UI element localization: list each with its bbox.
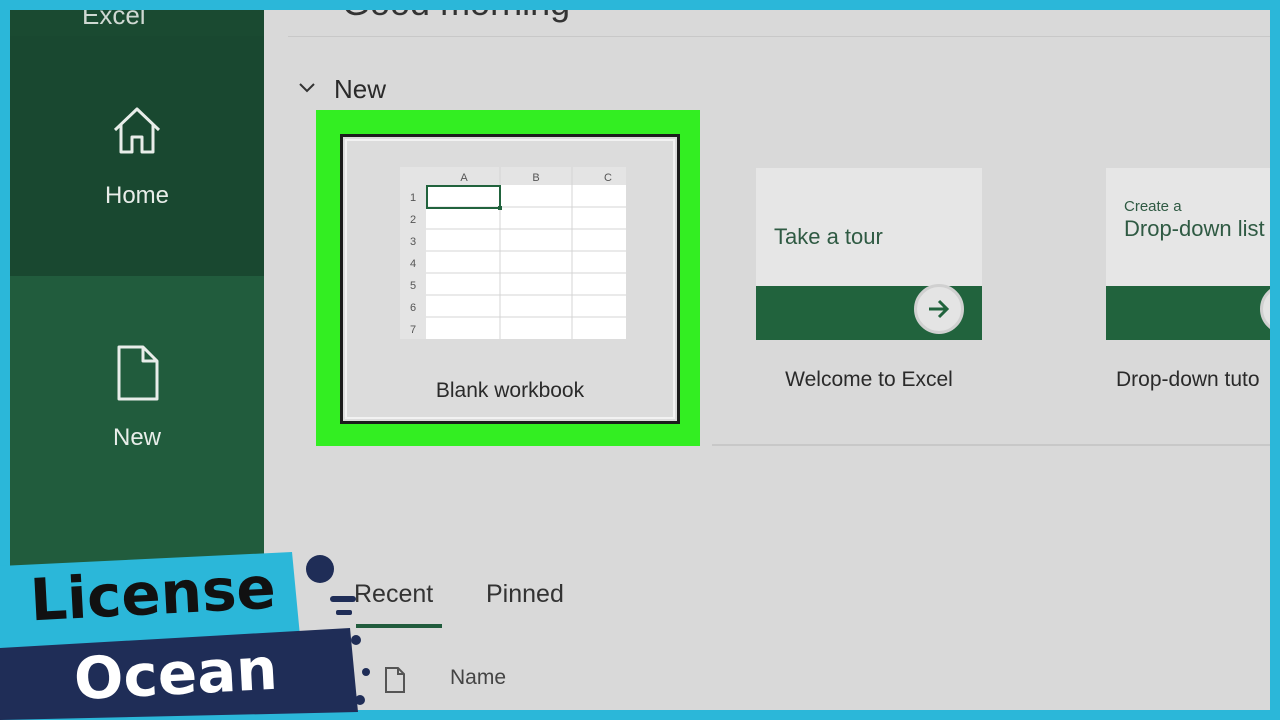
column-header: A (460, 172, 468, 184)
column-header-name[interactable]: Name (450, 666, 506, 690)
tab-pinned[interactable]: Pinned (486, 580, 564, 609)
card-small-text: Create a (1124, 198, 1182, 215)
file-icon (384, 666, 406, 699)
sidebar: Excel Home New (10, 10, 264, 710)
active-tab-indicator (356, 624, 442, 628)
row-header: 7 (410, 324, 416, 336)
column-header: C (604, 172, 612, 184)
template-title: Welcome to Excel (785, 368, 953, 391)
row-header: 4 (410, 258, 416, 270)
new-section-header[interactable]: New (298, 74, 386, 105)
arrow-right-icon (914, 284, 964, 334)
row-header: 5 (410, 280, 416, 292)
template-title: Drop-down tuto (1116, 368, 1260, 391)
new-document-icon (113, 344, 161, 407)
section-title: New (334, 74, 387, 104)
chevron-down-icon (298, 81, 316, 99)
excel-start-screen: Excel Home New Good morning (10, 10, 1270, 710)
card-text: Drop-down list (1124, 216, 1265, 241)
sidebar-item-label: New (112, 424, 161, 451)
row-header: 6 (410, 302, 416, 314)
row-header: 3 (410, 236, 416, 248)
row-header: 2 (410, 214, 416, 226)
sidebar-item-label: Home (104, 182, 170, 209)
column-header: B (532, 172, 539, 184)
app-title: Excel (10, 10, 264, 36)
tab-recent[interactable]: Recent (354, 580, 433, 609)
welcome-template-card[interactable]: Take a tour (756, 168, 982, 340)
divider (288, 36, 1270, 37)
home-icon (109, 102, 165, 163)
dropdown-template-card[interactable]: Create a Drop-down list (1106, 168, 1270, 340)
main-content: Good morning New (264, 10, 1270, 710)
blank-workbook-card[interactable]: A B C 1 2 3 4 5 6 7 Blank workbook (340, 134, 680, 424)
row-header: 1 (410, 192, 416, 204)
divider (712, 444, 1270, 446)
greeting: Good morning (342, 10, 570, 24)
template-title: Blank workbook (435, 379, 585, 402)
card-text: Take a tour (774, 224, 883, 249)
sidebar-item-new[interactable]: New (10, 276, 264, 506)
spreadsheet-thumbnail: A B C 1 2 3 4 5 6 7 (400, 167, 626, 339)
card-band (1106, 286, 1270, 340)
sidebar-item-home[interactable]: Home (10, 36, 264, 276)
